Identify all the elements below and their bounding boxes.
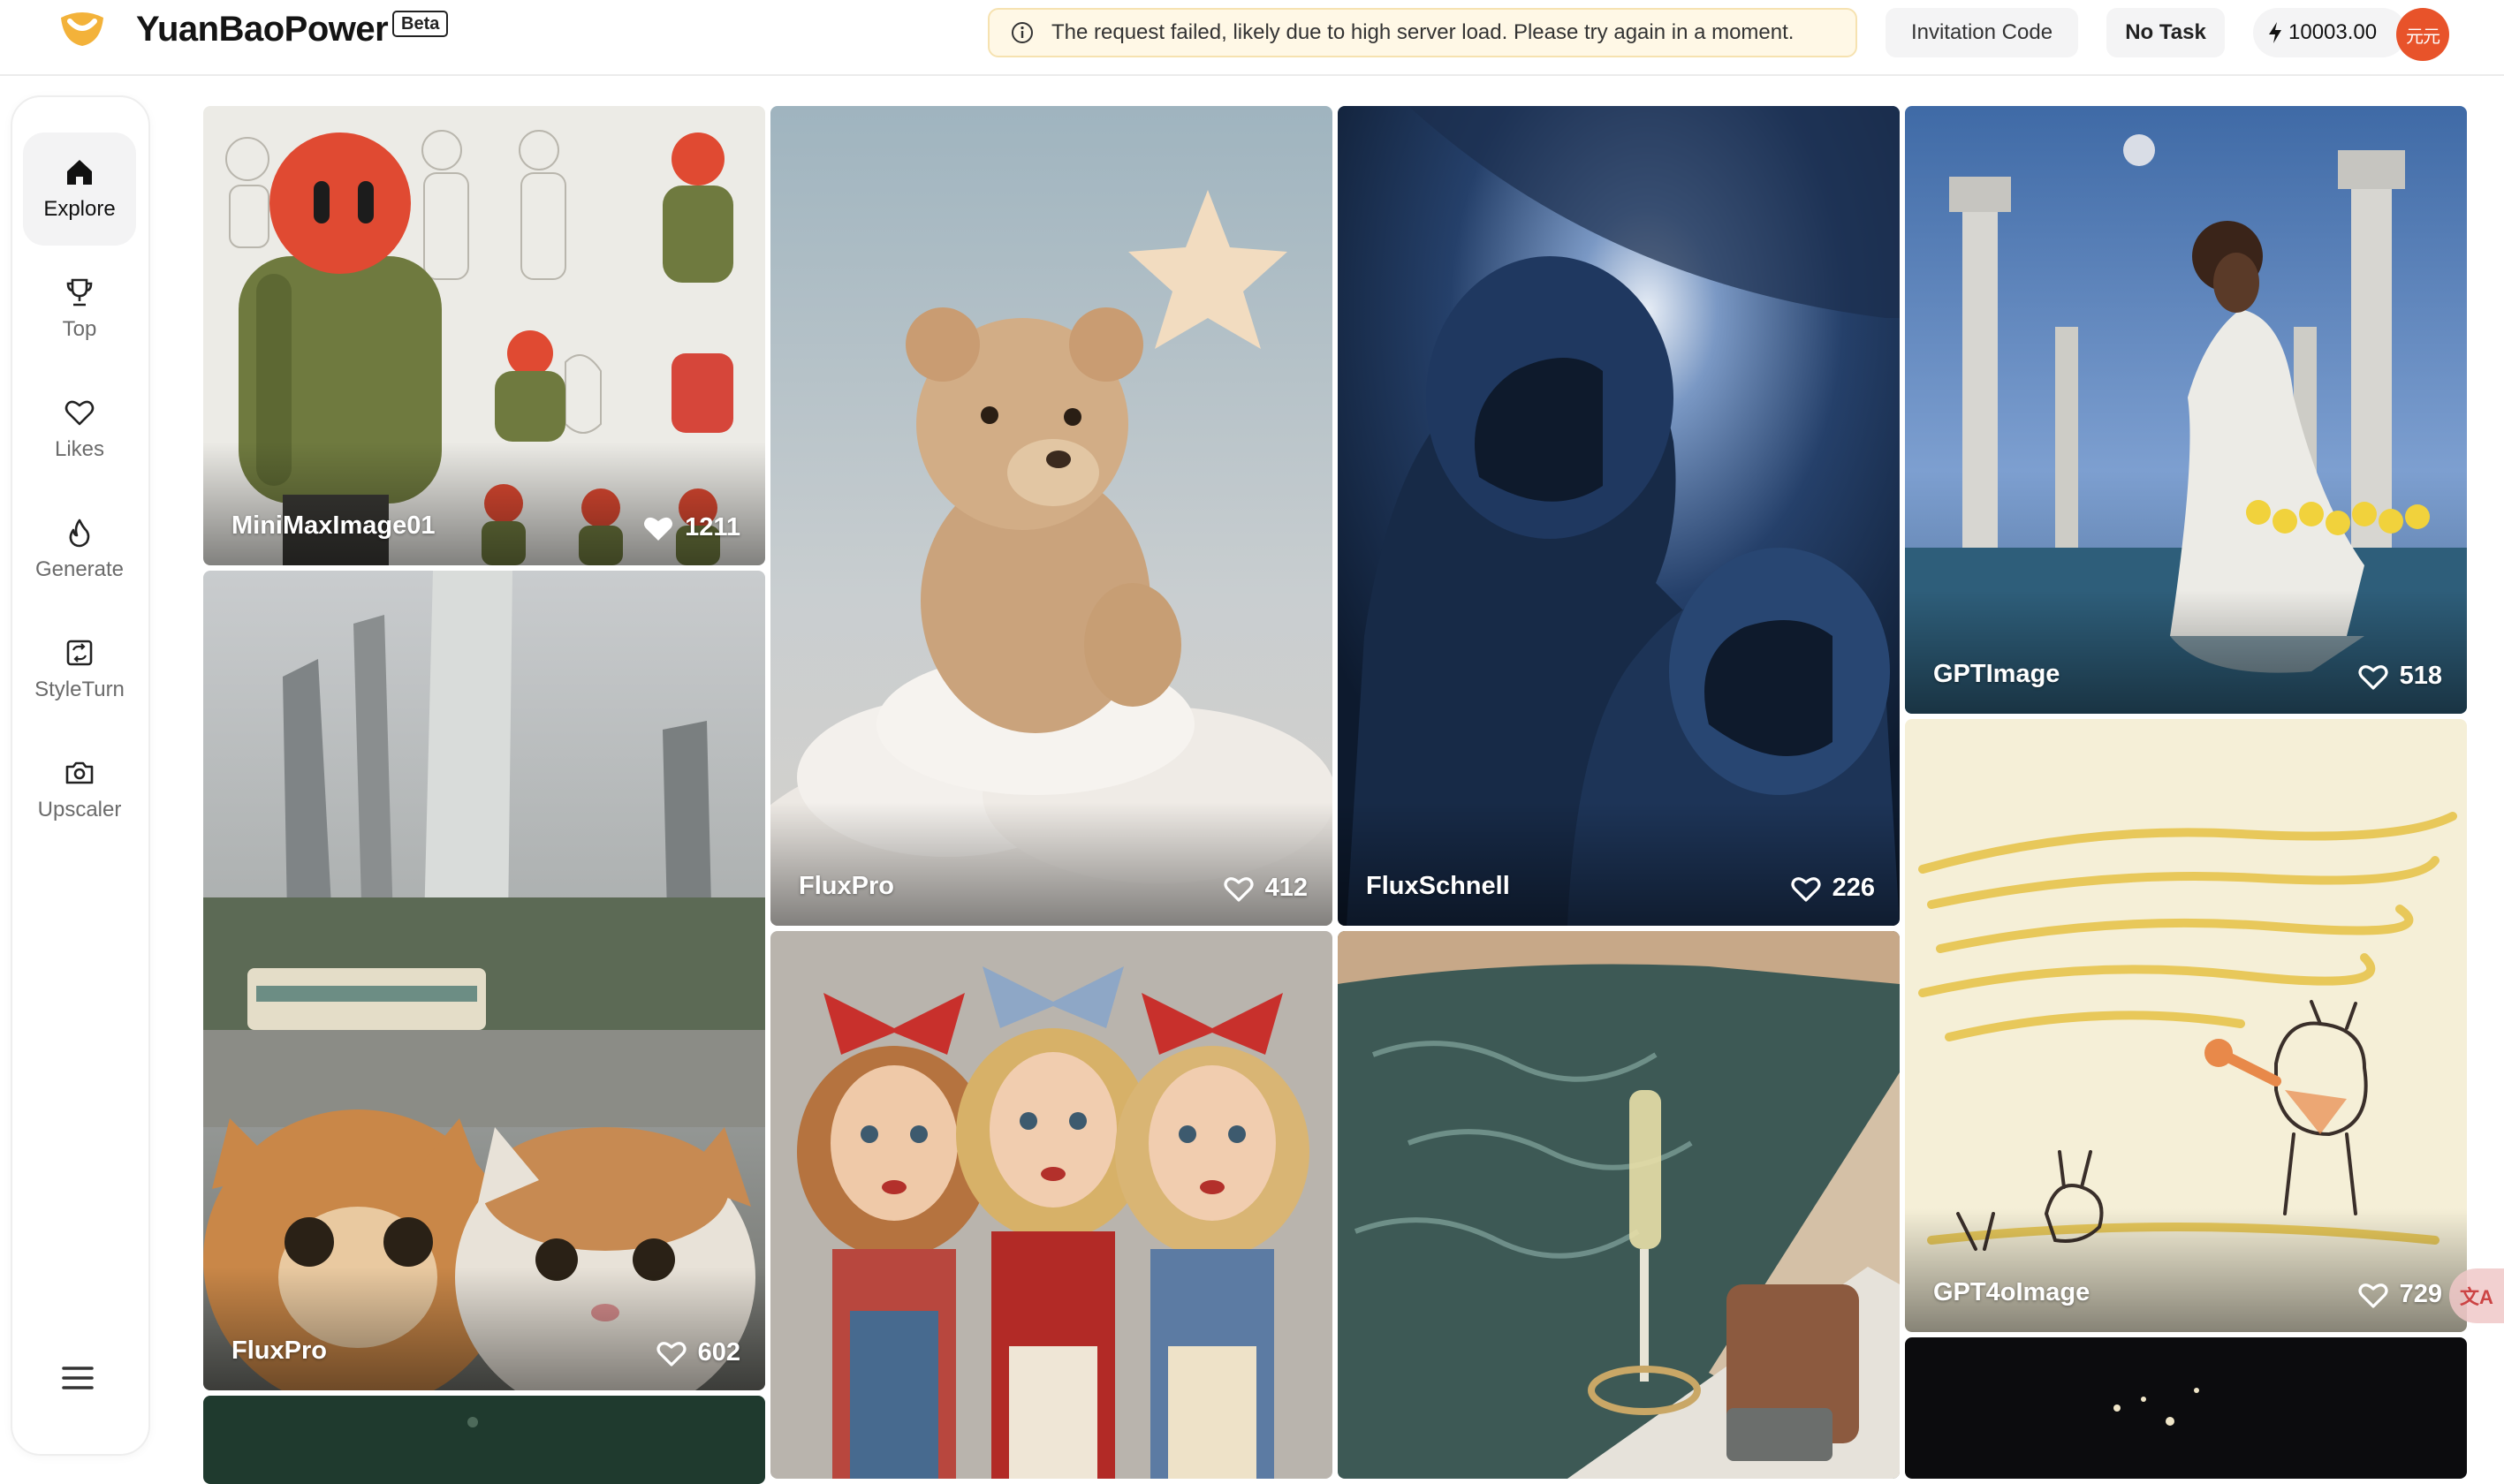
card-likes[interactable]: 729 (2357, 1280, 2442, 1309)
likes-count: 518 (2399, 662, 2442, 690)
card-image (1905, 1337, 2467, 1479)
card-model-name: FluxPro (799, 872, 894, 900)
nav-label: Generate (34, 557, 125, 581)
card-gradient (1905, 1208, 2467, 1332)
alert-message: The request failed, likely due to high s… (1051, 20, 1795, 44)
likes-count: 226 (1832, 874, 1875, 902)
nav-item-top[interactable]: Top (23, 253, 136, 366)
gallery-card[interactable] (203, 1396, 765, 1484)
card-image (203, 1396, 765, 1484)
likes-count: 729 (2399, 1280, 2442, 1308)
camera-icon (65, 761, 94, 784)
nav-item-upscaler[interactable]: Upscaler (23, 733, 136, 846)
gallery-card[interactable] (1905, 1337, 2467, 1479)
card-model-name: FluxPro (231, 1336, 327, 1365)
card-model-name: GPT4oImage (1933, 1278, 2090, 1306)
style-swap-icon (66, 640, 93, 666)
gallery-card[interactable]: FluxSchnell 226 (1338, 106, 1900, 926)
card-image (1338, 931, 1900, 1479)
card-likes[interactable]: 226 (1790, 874, 1875, 903)
card-gradient (1905, 590, 2467, 714)
hamburger-menu-icon[interactable] (58, 1360, 99, 1396)
card-likes[interactable]: 412 (1223, 874, 1308, 903)
heart-outline-icon (1224, 876, 1254, 902)
heart-outline-icon (656, 1341, 687, 1367)
beta-badge: Beta (392, 11, 449, 37)
likes-count: 412 (1264, 874, 1308, 902)
heart-filled-icon (644, 517, 673, 541)
top-header: YuanBaoPower Beta The request failed, li… (0, 0, 2504, 76)
card-model-name: GPTImage (1933, 660, 2060, 688)
credits-balance[interactable]: 10003.00 (2253, 8, 2407, 57)
nav-item-likes[interactable]: Likes (23, 373, 136, 486)
card-likes[interactable]: 602 (656, 1338, 740, 1367)
card-gradient (770, 802, 1332, 926)
gallery-card[interactable]: GPTImage 518 (1905, 106, 2467, 714)
gallery-card[interactable]: FluxPro 602 (203, 571, 765, 1390)
nav-label: StyleTurn (34, 678, 125, 701)
nav-label: Explore (43, 197, 116, 221)
sidebar: Explore Top Likes Generate StyleTurn Ups… (11, 95, 150, 1456)
credits-value: 10003.00 (2288, 20, 2378, 44)
gallery-card[interactable]: FluxPro 412 (770, 106, 1332, 926)
nav-label: Upscaler (37, 798, 122, 822)
flame-icon (69, 519, 90, 548)
nav-item-generate[interactable]: Generate (23, 493, 136, 606)
lightning-icon (2269, 22, 2281, 43)
heart-outline-icon (1791, 876, 1821, 902)
task-status-button[interactable]: No Task (2106, 8, 2225, 57)
gallery-card[interactable]: GPT4oImage 729 (1905, 719, 2467, 1332)
app-name[interactable]: YuanBaoPower (136, 7, 389, 51)
nav-label: Likes (54, 437, 105, 461)
logo-icon[interactable] (57, 9, 108, 49)
card-image (770, 931, 1332, 1479)
card-likes[interactable]: 518 (2357, 662, 2442, 691)
card-gradient (1338, 802, 1900, 926)
gallery-card[interactable] (1338, 931, 1900, 1479)
card-likes[interactable]: 1211 (642, 513, 740, 542)
invitation-code-button[interactable]: Invitation Code (1886, 8, 2078, 57)
likes-count: 1211 (685, 513, 740, 541)
translate-button[interactable]: 文A (2449, 1268, 2504, 1323)
nav-label: Top (62, 317, 97, 341)
nav-item-styleturn[interactable]: StyleTurn (23, 613, 136, 726)
info-icon (1012, 22, 1033, 43)
card-gradient (203, 1267, 765, 1390)
gallery-card[interactable] (770, 931, 1332, 1479)
likes-count: 602 (697, 1338, 740, 1367)
gallery-card[interactable]: MiniMaxImage01 1211 (203, 106, 765, 565)
card-model-name: MiniMaxImage01 (231, 511, 436, 540)
error-alert: The request failed, likely due to high s… (988, 8, 1857, 57)
heart-outline-icon (2358, 664, 2388, 690)
home-icon (67, 160, 92, 185)
card-model-name: FluxSchnell (1366, 872, 1510, 900)
nav-item-explore[interactable]: Explore (23, 132, 136, 246)
card-gradient (203, 442, 765, 565)
user-avatar[interactable]: 元元 (2396, 8, 2449, 61)
heart-icon (64, 400, 95, 426)
heart-outline-icon (2358, 1283, 2388, 1308)
trophy-icon (66, 278, 93, 307)
